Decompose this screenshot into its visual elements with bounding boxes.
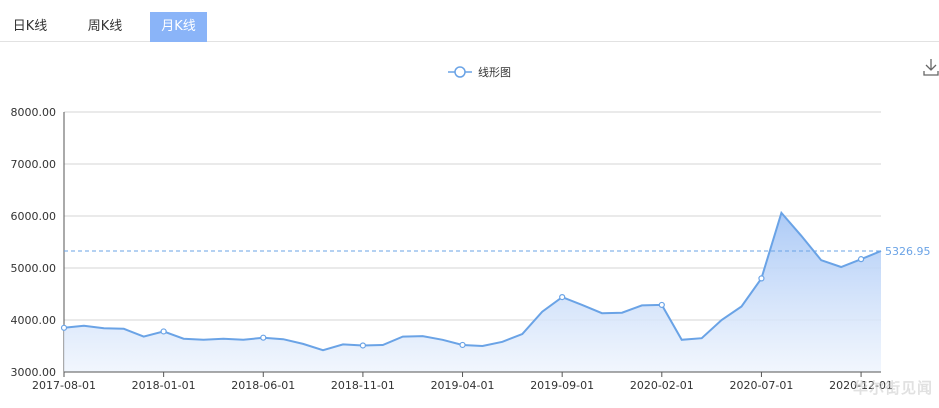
x-tick-label: 2019-09-01 <box>530 379 594 392</box>
x-tick-label: 2018-06-01 <box>231 379 295 392</box>
y-tick-label: 4000.00 <box>11 314 57 327</box>
y-tick-label: 3000.00 <box>11 366 57 379</box>
data-point-marker <box>160 328 167 335</box>
x-tick-label: 2019-04-01 <box>431 379 495 392</box>
data-point-marker <box>758 275 765 282</box>
x-tick-label: 2018-01-01 <box>132 379 196 392</box>
data-point-marker <box>658 301 665 309</box>
legend-label: 线形图 <box>478 65 511 79</box>
reference-line-label: 5326.95 <box>885 245 931 258</box>
data-point-marker <box>857 256 865 263</box>
y-tick-label: 5000.00 <box>11 262 57 275</box>
legend-marker <box>454 66 466 78</box>
data-point-marker <box>260 334 267 341</box>
x-tick-label: 2017-08-01 <box>32 379 96 392</box>
y-tick-label: 6000.00 <box>11 210 57 223</box>
x-tick-label: 2018-11-01 <box>331 379 395 392</box>
area-fill <box>64 212 881 372</box>
x-tick-label: 2020-07-01 <box>729 379 793 392</box>
data-point-marker <box>459 341 466 349</box>
watermark-logo: 华尔街见闻 <box>852 379 933 397</box>
y-tick-label: 8000.00 <box>11 106 57 119</box>
line-chart: 3000.00 4000.00 5000.00 6000.00 7000.00 8000.… <box>11 65 931 392</box>
data-point-marker <box>559 294 566 301</box>
y-tick-label: 7000.00 <box>11 158 57 171</box>
data-point-marker <box>359 342 367 349</box>
x-tick-label: 2020-02-01 <box>630 379 694 392</box>
data-point-marker <box>60 324 68 331</box>
